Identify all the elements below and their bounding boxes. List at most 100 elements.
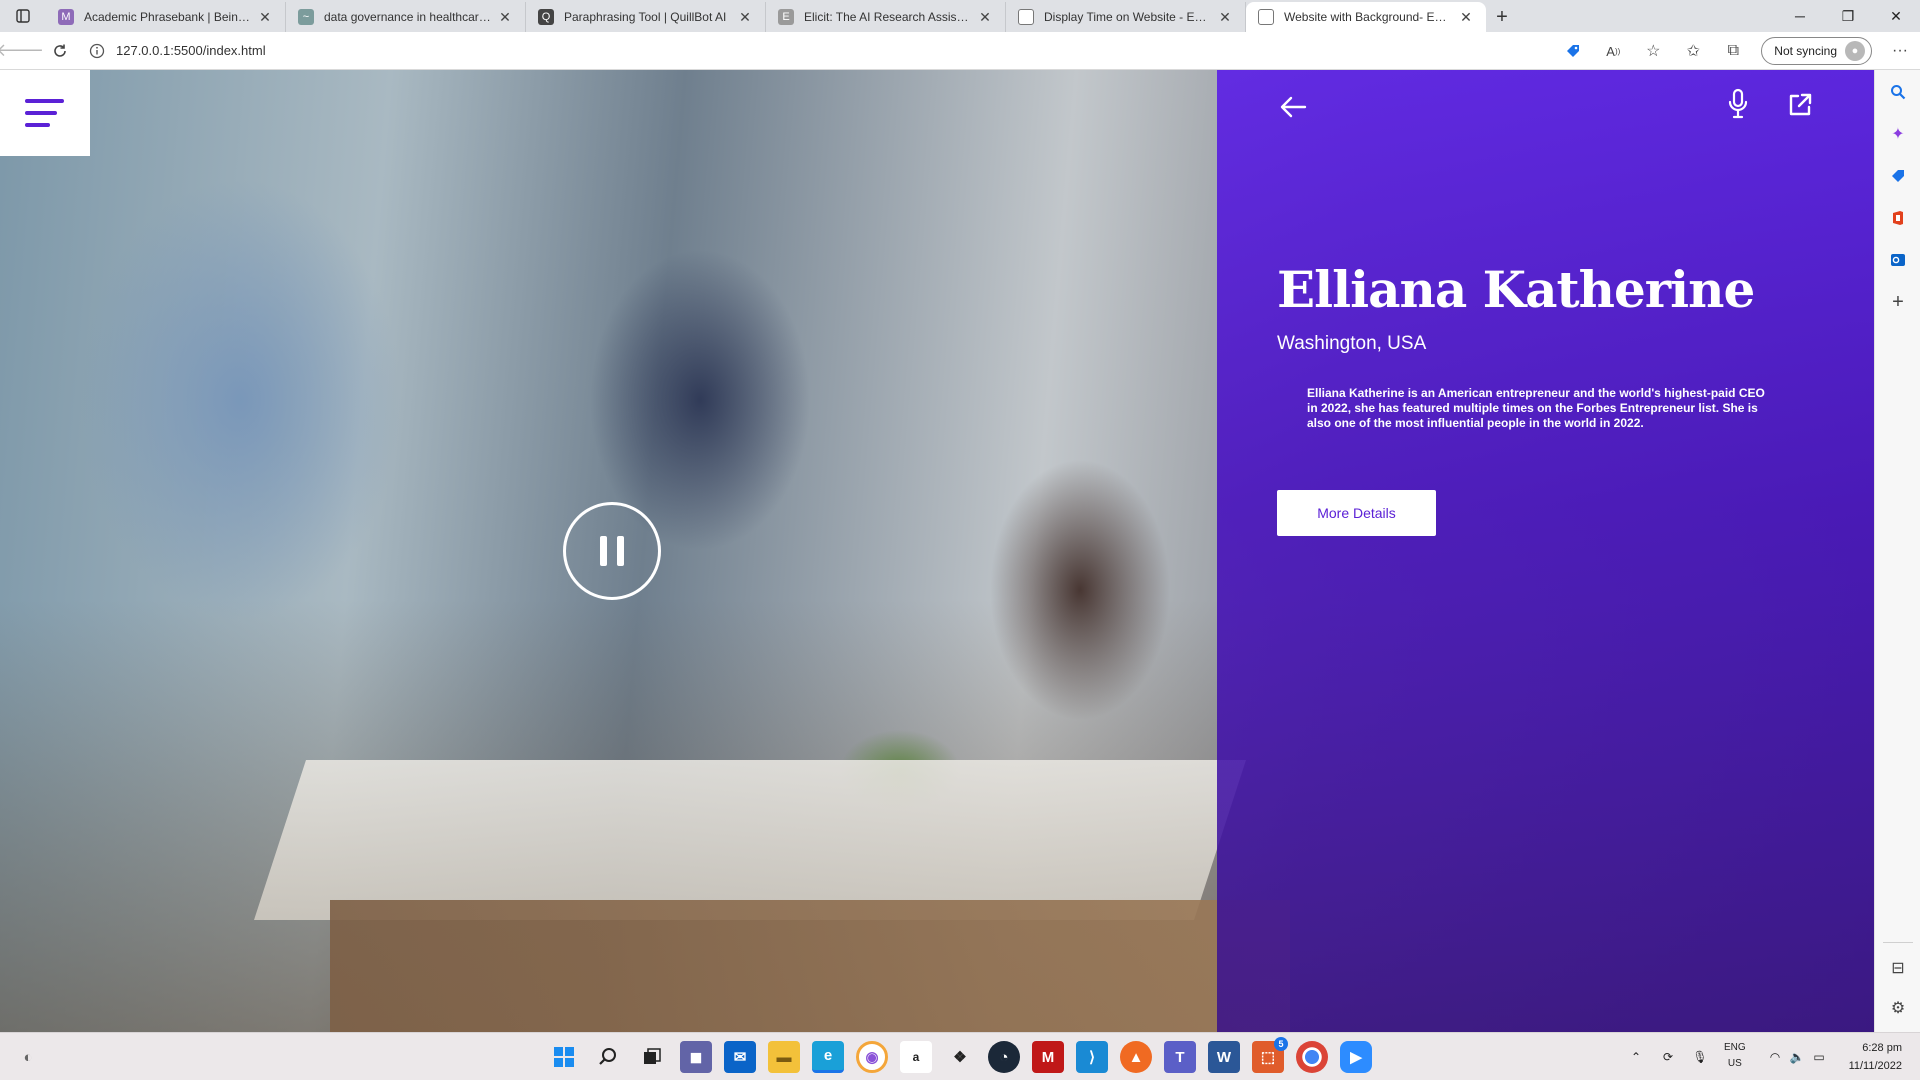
arrow-left-icon[interactable] <box>1277 92 1309 122</box>
outlook-icon[interactable] <box>1875 242 1920 278</box>
app-icon[interactable]: ▲ <box>1120 1041 1152 1073</box>
vscode-icon[interactable]: ⟩ <box>1076 1041 1108 1073</box>
tab-quillbot[interactable]: Q Paraphrasing Tool | QuillBot AI ✕ <box>526 2 766 32</box>
search-icon[interactable] <box>1875 74 1920 110</box>
tab-favicon: M <box>58 9 74 25</box>
tag-icon[interactable] <box>1553 32 1593 70</box>
tab-actions-icon <box>16 9 30 23</box>
pause-icon <box>617 536 624 566</box>
close-icon[interactable]: ✕ <box>977 9 993 25</box>
chrome-icon[interactable] <box>1296 1041 1328 1073</box>
pause-icon <box>600 536 607 566</box>
search-icon[interactable] <box>592 1041 624 1073</box>
divider <box>1883 942 1913 943</box>
chevron-up-icon[interactable]: ⌃ <box>1622 1033 1650 1080</box>
app-icon[interactable]: ⬚ 5 <box>1252 1037 1288 1073</box>
start-icon[interactable] <box>548 1041 580 1073</box>
close-icon[interactable]: ✕ <box>1217 9 1233 25</box>
star-add-icon[interactable]: ☆ <box>1633 32 1673 70</box>
microphone-icon[interactable] <box>1727 88 1749 120</box>
tab-favicon: Q <box>538 9 554 25</box>
tab-website-background[interactable]: Website with Background- Easy T ✕ <box>1246 2 1486 32</box>
tab-data-governance[interactable]: ~ data governance in healthcare | ✕ <box>286 2 526 32</box>
close-icon[interactable]: ✕ <box>737 9 753 25</box>
zoom-icon[interactable]: ▶ <box>1340 1041 1372 1073</box>
tab-academic-phrasebank[interactable]: M Academic Phrasebank | Being ca ✕ <box>46 2 286 32</box>
language-indicator[interactable]: ENG US <box>1724 1040 1746 1072</box>
amazon-icon[interactable]: a <box>900 1041 932 1073</box>
gear-icon[interactable]: ⚙ <box>1875 990 1920 1026</box>
external-link-icon[interactable] <box>1787 92 1813 118</box>
edge-sidebar: ✦ + ⊟ ⚙ <box>1874 70 1920 1032</box>
profile-location: Washington, USA <box>1277 333 1427 354</box>
avatar: ● <box>1845 41 1865 61</box>
close-window-button[interactable]: ✕ <box>1872 0 1920 32</box>
sidebar-toggle-icon[interactable]: ⊟ <box>1875 950 1920 986</box>
taskbar: ◐ ◼ ✉ ▬ e ◉ a ❖ ◔ M ⟩ ▲ T W ⬚ 5 ▶ ⌃ ⟳ 🎙 … <box>0 1032 1920 1080</box>
sparkle-icon[interactable]: ✦ <box>1875 116 1920 152</box>
dropbox-icon[interactable]: ❖ <box>944 1041 976 1073</box>
word-icon[interactable]: W <box>1208 1041 1240 1073</box>
tab-title: Academic Phrasebank | Being ca <box>84 10 251 24</box>
profile-panel: Elliana Katherine Washington, USA Ellian… <box>1217 70 1874 1032</box>
url-field[interactable]: 127.0.0.1:5500/index.html <box>86 36 1466 66</box>
mail-icon[interactable]: ✉ <box>724 1041 756 1073</box>
microphone-icon[interactable]: 🎙 <box>1686 1033 1714 1080</box>
tab-title: Website with Background- Easy T <box>1284 10 1452 24</box>
collections-icon[interactable]: ⧉ <box>1713 32 1753 70</box>
hamburger-menu-button[interactable] <box>0 70 90 156</box>
refresh-icon <box>54 44 66 57</box>
clock[interactable]: 6:28 pm 11/11/2022 <box>1849 1039 1902 1075</box>
pause-button[interactable] <box>563 502 661 600</box>
office-icon[interactable] <box>1875 200 1920 236</box>
widgets-icon[interactable]: ◐ <box>12 1041 44 1073</box>
url-text: 127.0.0.1:5500/index.html <box>116 43 266 58</box>
tab-title: Elicit: The AI Research Assistant <box>804 10 971 24</box>
file-explorer-icon[interactable]: ▬ <box>768 1041 800 1073</box>
date-label: 11/11/2022 <box>1848 1060 1902 1072</box>
chat-icon[interactable]: ◼ <box>680 1041 712 1073</box>
sync-button[interactable]: Not syncing ● <box>1761 37 1872 65</box>
wifi-icon[interactable]: ◠ <box>1764 1033 1786 1080</box>
menu-line <box>25 99 64 103</box>
notification-badge: 5 <box>1274 1037 1288 1051</box>
sync-label: Not syncing <box>1774 44 1837 58</box>
back-button[interactable]: 🡐 <box>0 32 44 70</box>
sync-icon[interactable]: ⟳ <box>1654 1033 1682 1080</box>
refresh-button[interactable] <box>40 32 80 70</box>
tag-icon[interactable] <box>1875 158 1920 194</box>
more-details-button[interactable]: More Details <box>1277 490 1436 536</box>
add-icon[interactable]: + <box>1875 284 1920 320</box>
app-icon[interactable]: ◉ <box>856 1041 888 1073</box>
page-icon <box>1018 9 1034 25</box>
window-controls: ─ ❐ ✕ <box>1776 0 1920 32</box>
toolbar-right: A)) ☆ ✩ ⧉ Not syncing ● ··· <box>1553 32 1920 70</box>
tab-actions-button[interactable] <box>0 0 46 32</box>
close-icon[interactable]: ✕ <box>497 9 513 25</box>
mcafee-icon[interactable]: M <box>1032 1041 1064 1073</box>
minimize-button[interactable]: ─ <box>1776 0 1824 32</box>
task-view-icon[interactable] <box>636 1041 668 1073</box>
edge-icon[interactable]: e <box>812 1041 844 1073</box>
read-aloud-icon[interactable]: A)) <box>1593 32 1633 70</box>
steam-icon[interactable]: ◔ <box>988 1041 1020 1073</box>
tab-strip: M Academic Phrasebank | Being ca ✕ ~ dat… <box>46 0 1518 32</box>
tab-title: Display Time on Website - Easy T <box>1044 10 1211 24</box>
tab-elicit[interactable]: E Elicit: The AI Research Assistant ✕ <box>766 2 1006 32</box>
close-icon[interactable]: ✕ <box>257 9 273 25</box>
battery-icon[interactable]: ▭ <box>1808 1033 1830 1080</box>
info-icon[interactable] <box>86 40 108 62</box>
restore-button[interactable]: ❐ <box>1824 0 1872 32</box>
menu-line <box>25 111 57 115</box>
new-tab-button[interactable]: + <box>1486 2 1518 32</box>
more-icon[interactable]: ··· <box>1880 32 1920 70</box>
tab-favicon: E <box>778 9 794 25</box>
tab-display-time[interactable]: Display Time on Website - Easy T ✕ <box>1006 2 1246 32</box>
volume-icon[interactable]: 🔈 <box>1786 1033 1808 1080</box>
favorites-icon[interactable]: ✩ <box>1673 32 1713 70</box>
tab-title: Paraphrasing Tool | QuillBot AI <box>564 10 727 24</box>
close-icon[interactable]: ✕ <box>1458 9 1474 25</box>
profile-name: Elliana Katherine <box>1277 260 1755 319</box>
profile-bio: Elliana Katherine is an American entrepr… <box>1307 386 1765 430</box>
teams-icon[interactable]: T <box>1164 1041 1196 1073</box>
